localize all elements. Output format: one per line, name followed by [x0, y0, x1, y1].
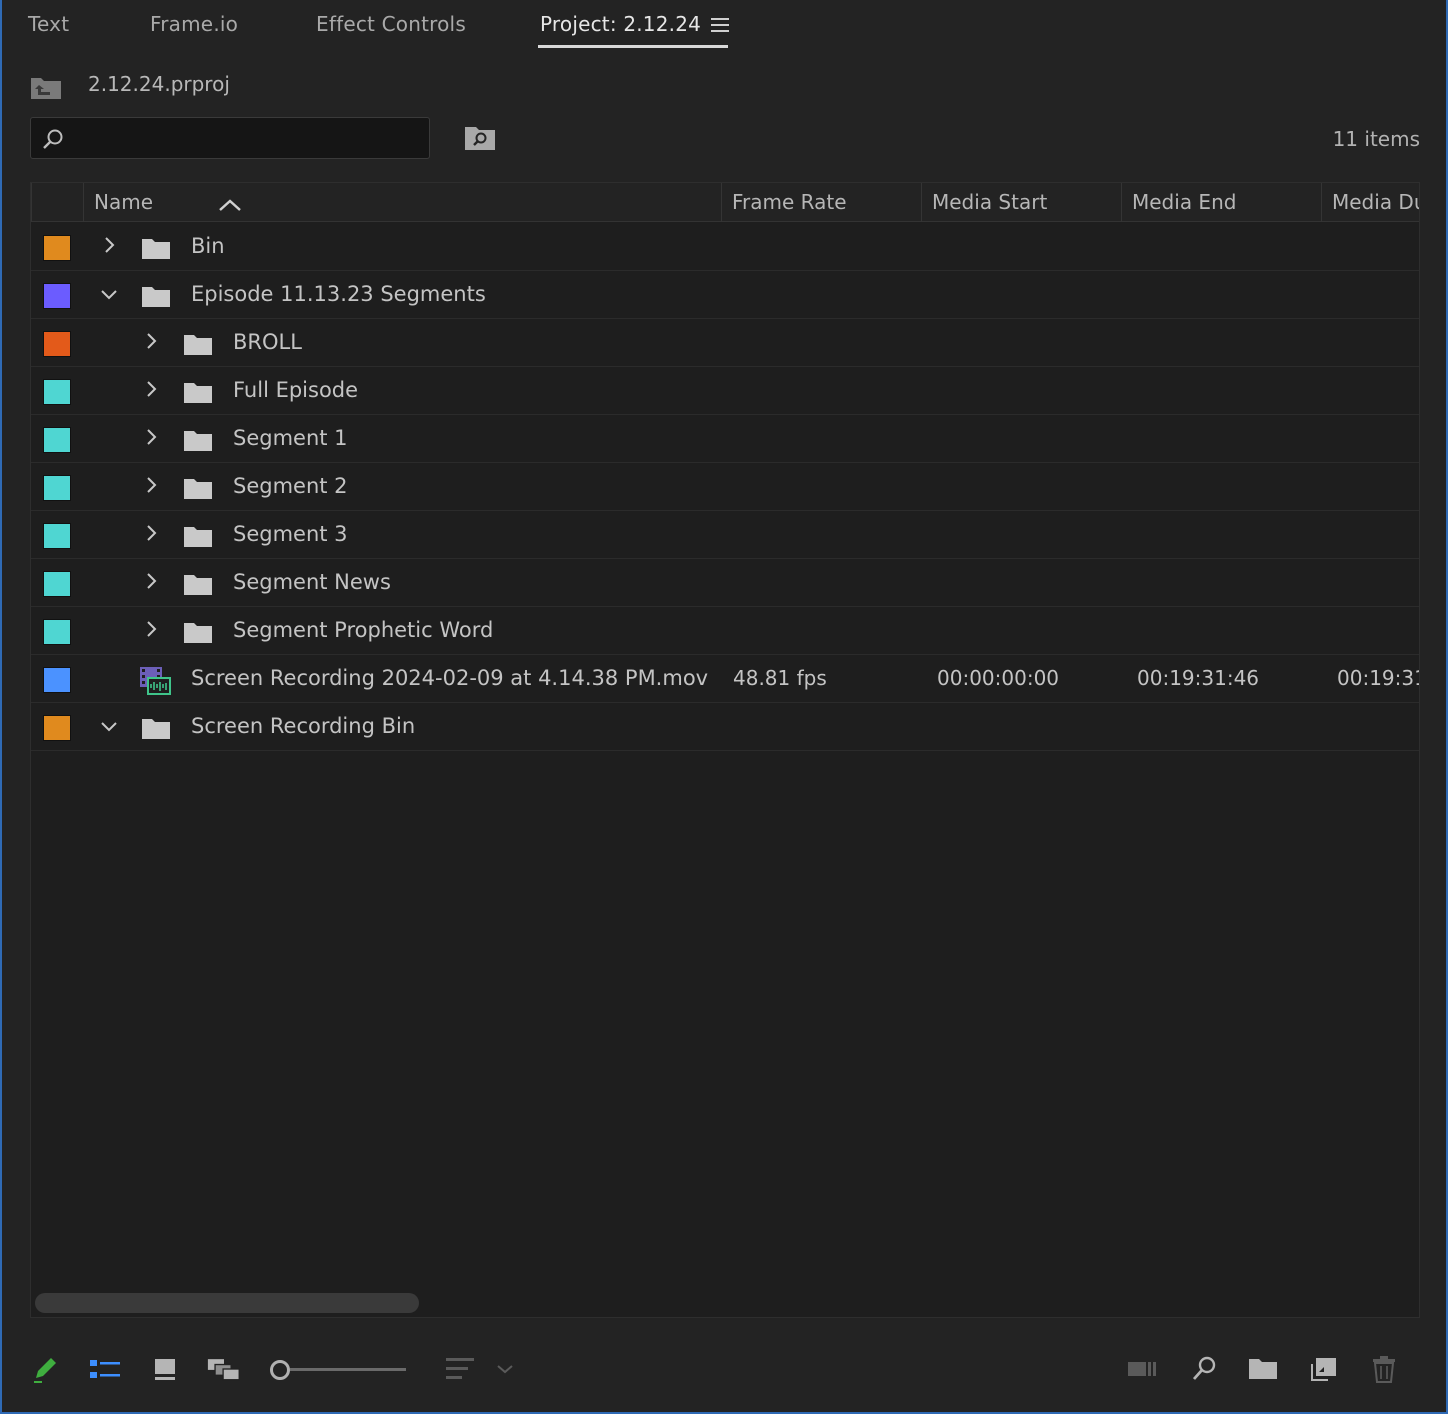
bin-row[interactable]: Segment News: [31, 559, 1419, 607]
item-name[interactable]: Episode 11.13.23 Segments: [191, 282, 486, 306]
item-name[interactable]: Segment News: [233, 570, 391, 594]
tab-text[interactable]: Text: [28, 12, 69, 36]
zoom-slider-handle[interactable]: [270, 1360, 290, 1380]
search-box[interactable]: [30, 117, 430, 159]
item-name[interactable]: Bin: [191, 234, 225, 258]
column-headers: Name Frame Rate Media Start Media End Me…: [31, 183, 1419, 222]
folder-icon: [142, 719, 170, 739]
folder-icon: [184, 383, 212, 403]
item-name[interactable]: Segment Prophetic Word: [233, 618, 493, 642]
bin-row[interactable]: Segment Prophetic Word: [31, 607, 1419, 655]
search-icon: [43, 129, 63, 149]
label-color-swatch[interactable]: [43, 475, 71, 501]
chevron-down-icon[interactable]: [99, 715, 119, 737]
clip-row[interactable]: Screen Recording 2024-02-09 at 4.14.38 P…: [31, 655, 1419, 703]
search-input[interactable]: [71, 124, 421, 152]
frame-rate-cell: 48.81 fps: [733, 666, 827, 690]
media-duration-cell: 00:19:31: [1337, 666, 1420, 690]
project-folder-up-icon[interactable]: [30, 74, 62, 100]
bin-row[interactable]: Episode 11.13.23 Segments: [31, 271, 1419, 319]
zoom-slider-track[interactable]: [290, 1368, 406, 1371]
label-color-swatch[interactable]: [43, 667, 71, 693]
bin-row[interactable]: Segment 1: [31, 415, 1419, 463]
media-end-cell: 00:19:31:46: [1137, 666, 1260, 690]
project-panel: Text Frame.io Effect Controls Project: 2…: [0, 0, 1448, 1414]
column-header-media-start[interactable]: Media Start: [921, 183, 1121, 222]
label-column-header[interactable]: [31, 183, 83, 222]
project-file-name: 2.12.24.prproj: [88, 72, 230, 96]
label-color-swatch[interactable]: [43, 427, 71, 453]
item-count: 11 items: [1332, 127, 1420, 151]
chevron-right-icon[interactable]: [141, 475, 161, 497]
bin-row[interactable]: BROLL: [31, 319, 1419, 367]
folder-icon: [184, 335, 212, 355]
item-name[interactable]: Segment 1: [233, 426, 348, 450]
chevron-right-icon[interactable]: [141, 427, 161, 449]
column-header-media-end[interactable]: Media End: [1121, 183, 1321, 222]
folder-icon: [184, 527, 212, 547]
new-search-bin-icon[interactable]: [464, 124, 496, 152]
bin-row[interactable]: Segment 3: [31, 511, 1419, 559]
folder-icon: [184, 623, 212, 643]
chevron-right-icon[interactable]: [141, 379, 161, 401]
label-color-swatch[interactable]: [43, 619, 71, 645]
list-view-icon[interactable]: [88, 1354, 122, 1384]
media-start-cell: 00:00:00:00: [937, 666, 1060, 690]
item-name[interactable]: Screen Recording 2024-02-09 at 4.14.38 P…: [191, 666, 708, 690]
clear-trash-icon[interactable]: [1367, 1354, 1401, 1384]
sort-ascending-icon: [219, 199, 241, 211]
chevron-right-icon[interactable]: [99, 235, 119, 257]
item-name[interactable]: Segment 2: [233, 474, 348, 498]
item-name[interactable]: Full Episode: [233, 378, 358, 402]
label-color-swatch[interactable]: [43, 379, 71, 405]
panel-tabs: Text Frame.io Effect Controls Project: 2…: [2, 0, 1446, 56]
sort-icons-icon[interactable]: [444, 1354, 478, 1384]
item-name[interactable]: BROLL: [233, 330, 302, 354]
freeform-view-icon[interactable]: [207, 1354, 241, 1384]
chevron-right-icon[interactable]: [141, 331, 161, 353]
project-list-view: Name Frame Rate Media Start Media End Me…: [30, 182, 1420, 1318]
pencil-icon[interactable]: [30, 1354, 64, 1384]
column-header-name[interactable]: Name: [83, 183, 721, 222]
horizontal-scrollbar[interactable]: [35, 1293, 419, 1313]
bin-row[interactable]: Segment 2: [31, 463, 1419, 511]
tab-effect-controls[interactable]: Effect Controls: [316, 12, 466, 36]
bin-row[interactable]: Full Episode: [31, 367, 1419, 415]
new-item-icon[interactable]: [1307, 1354, 1341, 1384]
item-name[interactable]: Segment 3: [233, 522, 348, 546]
label-color-swatch[interactable]: [43, 523, 71, 549]
tab-frame-io[interactable]: Frame.io: [150, 12, 238, 36]
automate-to-sequence-icon[interactable]: [1126, 1354, 1160, 1384]
label-color-swatch[interactable]: [43, 331, 71, 357]
bin-row[interactable]: Screen Recording Bin: [31, 703, 1419, 751]
bin-row[interactable]: Bin: [31, 223, 1419, 271]
label-color-swatch[interactable]: [43, 235, 71, 261]
find-icon[interactable]: [1187, 1354, 1221, 1384]
folder-icon: [142, 287, 170, 307]
bottom-toolbar: [2, 1340, 1446, 1400]
chevron-right-icon[interactable]: [141, 619, 161, 641]
chevron-right-icon[interactable]: [141, 523, 161, 545]
column-header-media-duration[interactable]: Media Du: [1321, 183, 1419, 222]
chevron-right-icon[interactable]: [141, 571, 161, 593]
chevron-down-icon[interactable]: [494, 1354, 516, 1384]
video-clip-icon: [140, 667, 171, 695]
label-color-swatch[interactable]: [43, 715, 71, 741]
column-header-frame-rate[interactable]: Frame Rate: [721, 183, 921, 222]
folder-icon: [184, 479, 212, 499]
panel-menu-icon[interactable]: [711, 18, 729, 34]
chevron-down-icon[interactable]: [99, 283, 119, 305]
folder-icon: [184, 575, 212, 595]
folder-icon: [184, 431, 212, 451]
tab-project[interactable]: Project: 2.12.24: [540, 12, 701, 36]
item-name[interactable]: Screen Recording Bin: [191, 714, 415, 738]
icon-view-icon[interactable]: [148, 1354, 182, 1384]
active-tab-indicator: [538, 45, 728, 48]
label-color-swatch[interactable]: [43, 571, 71, 597]
new-bin-icon[interactable]: [1246, 1354, 1280, 1384]
folder-icon: [142, 239, 170, 259]
label-color-swatch[interactable]: [43, 283, 71, 309]
column-header-label: Name: [94, 190, 154, 214]
